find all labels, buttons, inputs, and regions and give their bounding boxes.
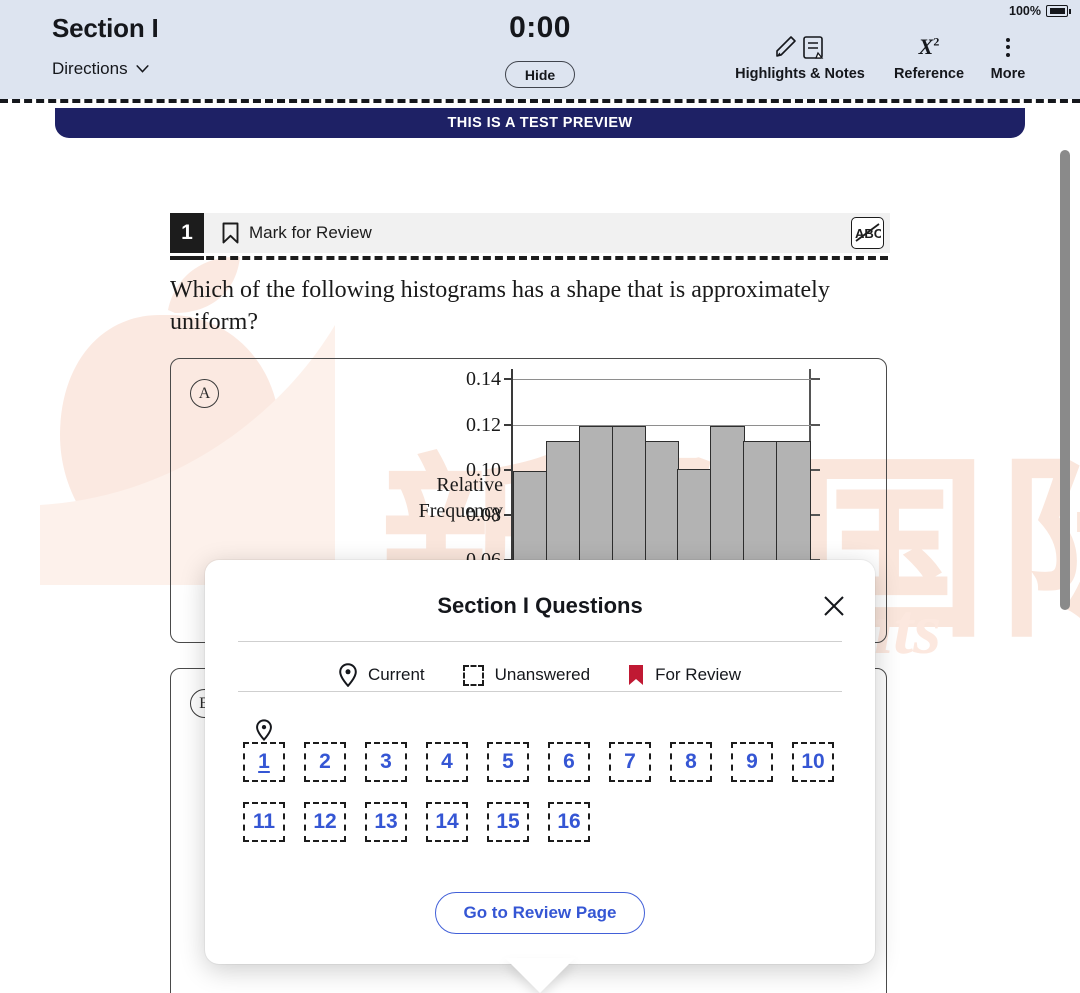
mark-for-review-label: Mark for Review: [249, 223, 372, 242]
abc-strikethrough-button[interactable]: ABC: [851, 217, 884, 249]
question-nav-item-16[interactable]: 16: [548, 802, 590, 842]
question-nav-item-1[interactable]: 1: [243, 719, 285, 782]
highlights-and-notes-label: Highlights & Notes: [735, 66, 865, 82]
section-questions-modal: Section I Questions Current Unanswered F…: [205, 560, 875, 964]
question-nav-item-11[interactable]: 11: [243, 802, 285, 842]
legend-label-for-review: For Review: [655, 665, 742, 684]
legend-item-current: Current: [339, 663, 425, 687]
question-nav-item-8[interactable]: 8: [670, 742, 712, 782]
question-nav-item-5[interactable]: 5: [487, 742, 529, 782]
question-nav-item-2[interactable]: 2: [304, 742, 346, 782]
legend-label-unanswered: Unanswered: [494, 665, 591, 684]
chevron-down-icon: [136, 65, 149, 73]
histogram-y-tick-label: 0.10: [466, 458, 501, 481]
top-toolbar: Section I Directions 0:00 Hide Highlight…: [0, 0, 1080, 99]
question-nav-item-6[interactable]: 6: [548, 742, 590, 782]
question-nav-item-3[interactable]: 3: [365, 742, 407, 782]
question-nav-label: 14: [435, 810, 459, 833]
test-app-window: 新橙国际 New Achievements 1 Mark for Review …: [0, 0, 1080, 993]
modal-title: Section I Questions: [437, 593, 643, 618]
abc-strikethrough-icon: ABC: [855, 223, 881, 242]
battery-status: 100%: [1009, 4, 1071, 18]
scrollbar-thumb[interactable]: [1060, 150, 1070, 610]
battery-percent-label: 100%: [1009, 4, 1041, 18]
bookmark-icon: [222, 222, 239, 244]
question-nav-label: 11: [252, 810, 276, 833]
question-nav-item-14[interactable]: 14: [426, 802, 468, 842]
legend-label-current: Current: [367, 665, 425, 684]
histogram-gridline: [513, 424, 811, 426]
battery-full-icon: [1046, 5, 1071, 17]
close-icon: [824, 596, 844, 616]
go-to-review-page-button[interactable]: Go to Review Page: [435, 892, 645, 934]
modal-divider-bottom: [238, 691, 842, 692]
question-nav-label: 12: [313, 810, 337, 833]
header-dashed-separator: [0, 99, 1080, 103]
question-nav-item-13[interactable]: 13: [365, 802, 407, 842]
question-nav-label: 15: [496, 810, 520, 833]
directions-label: Directions: [52, 59, 128, 78]
question-nav-label: 10: [801, 750, 825, 773]
question-nav-item-15[interactable]: 15: [487, 802, 529, 842]
histogram-y-tick: [504, 423, 513, 426]
question-number-grid: 1 2 3 4 5 6 7 8 9 10 11 12 13 14 15 16: [243, 719, 843, 842]
modal-close-button[interactable]: [821, 593, 847, 619]
current-question-pin-icon: [256, 719, 272, 747]
highlights-and-notes-button[interactable]: Highlights & Notes: [726, 32, 874, 82]
histogram-y-tick: [504, 378, 513, 381]
more-label: More: [990, 66, 1026, 82]
question-nav-label: 7: [624, 750, 636, 773]
test-preview-banner: THIS IS A TEST PREVIEW: [55, 108, 1025, 138]
question-nav-item-10[interactable]: 10: [792, 742, 834, 782]
legend-item-for-review: For Review: [628, 664, 741, 686]
histogram-y-tick: [504, 514, 513, 516]
question-nav-item-4[interactable]: 4: [426, 742, 468, 782]
page-scrollbar[interactable]: [1060, 150, 1070, 610]
question-nav-label: 5: [502, 750, 514, 773]
question-stem: Which of the following histograms has a …: [170, 277, 830, 335]
question-header-underline: [170, 256, 888, 260]
modal-legend: Current Unanswered For Review: [205, 663, 875, 687]
question-nav-label: 9: [746, 750, 758, 773]
question-nav-label: 16: [557, 810, 581, 833]
question-nav-label: 4: [441, 750, 453, 773]
question-nav-label: 8: [685, 750, 697, 773]
histogram-y-tick-label: 0.14: [466, 368, 501, 391]
bookmark-filled-icon: [629, 665, 644, 685]
question-nav-label: 13: [374, 810, 398, 833]
x-squared-icon: X2: [918, 34, 940, 59]
three-dots-vertical-icon: [1006, 37, 1010, 57]
highlighter-note-icon: [776, 36, 824, 59]
question-nav-item-9[interactable]: 9: [731, 742, 773, 782]
question-nav-item-7[interactable]: 7: [609, 742, 651, 782]
histogram-y-tick-right: [811, 378, 820, 381]
histogram-y-tick-label: 0.12: [466, 413, 501, 436]
reference-button[interactable]: X2 Reference: [888, 32, 970, 82]
histogram-y-tick: [504, 468, 513, 471]
question-header-underline-solid: [170, 256, 204, 260]
question-nav-label: 6: [563, 750, 575, 773]
histogram-y-tick-label: 0.08: [466, 504, 501, 526]
question-nav-label: 3: [380, 750, 392, 773]
question-header-bar: 1 Mark for Review ABC: [170, 213, 890, 253]
histogram-y-tick-right: [811, 423, 820, 426]
question-number-badge: 1: [170, 213, 204, 253]
hide-timer-button[interactable]: Hide: [505, 61, 575, 88]
reference-label: Reference: [893, 66, 965, 82]
dashed-square-icon: [462, 664, 484, 686]
histogram-y-tick-right: [811, 514, 820, 516]
histogram-gridline: [513, 379, 811, 381]
directions-dropdown[interactable]: Directions: [52, 59, 149, 79]
question-nav-item-12[interactable]: 12: [304, 802, 346, 842]
legend-item-unanswered: Unanswered: [462, 664, 591, 686]
more-button[interactable]: More: [978, 32, 1038, 82]
histogram-y-tick-right: [811, 468, 820, 471]
question-nav-label: 1: [258, 750, 270, 773]
question-nav-label: 2: [319, 750, 331, 773]
mark-for-review-button[interactable]: Mark for Review: [222, 222, 372, 244]
modal-divider-top: [238, 641, 842, 642]
map-pin-icon: [339, 663, 357, 687]
choice-letter-a: A: [190, 379, 219, 408]
